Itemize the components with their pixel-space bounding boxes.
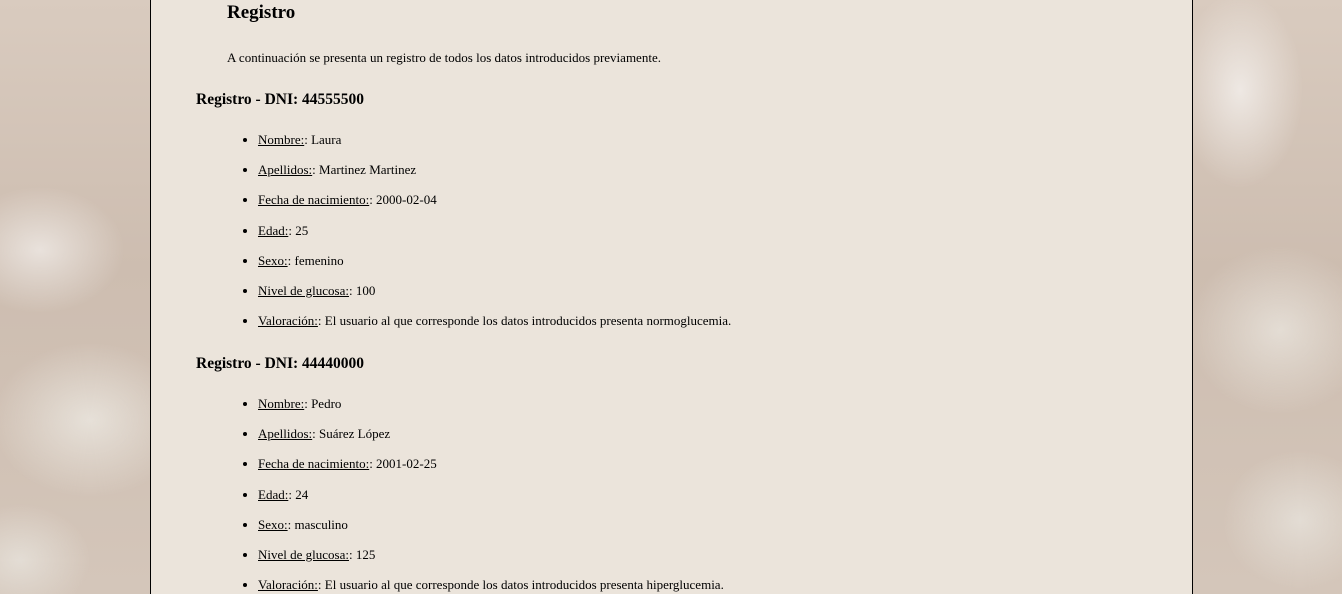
- field-label: Apellidos:: [258, 426, 313, 442]
- field-apellidos: Apellidos:: Suárez López: [258, 426, 724, 456]
- field-value: : Laura: [304, 132, 342, 147]
- field-label: Sexo:: [258, 516, 288, 532]
- record-title: Registro - DNI: 44555500: [196, 91, 365, 108]
- field-label: Nivel de glucosa:: [258, 546, 349, 562]
- field-label: Edad:: [258, 222, 289, 238]
- field-edad: Edad:: 24: [258, 487, 724, 517]
- field-value: : Suárez López: [312, 426, 391, 442]
- field-label: Fecha de nacimiento:: [258, 456, 370, 472]
- field-nombre: Nombre:: Pedro: [258, 396, 724, 426]
- field-value: : Martinez Martinez: [312, 162, 417, 178]
- record-field-list: Nombre:: Laura Apellidos:: Martinez Mart…: [258, 132, 731, 343]
- field-label: Valoración:: [258, 577, 318, 593]
- field-label: Valoración:: [258, 313, 318, 329]
- field-nivel-glucosa: Nivel de glucosa:: 100: [258, 283, 731, 313]
- field-value: : El usuario al que corresponde los dato…: [317, 577, 724, 593]
- field-value: : 125: [348, 546, 376, 562]
- field-label: Nombre:: [258, 132, 305, 147]
- field-value: : El usuario al que corresponde los dato…: [317, 313, 732, 329]
- field-value: : femenino: [287, 252, 344, 268]
- field-apellidos: Apellidos:: Martinez Martinez: [258, 162, 731, 192]
- record-title: Registro - DNI: 44440000: [196, 355, 365, 372]
- field-value: : 24: [288, 486, 309, 502]
- field-value: : 2000-02-04: [369, 192, 437, 208]
- field-label: Sexo:: [258, 252, 288, 268]
- field-nombre: Nombre:: Laura: [258, 132, 731, 162]
- field-label: Edad:: [258, 486, 289, 502]
- field-edad: Edad:: 25: [258, 223, 731, 253]
- field-value: : masculino: [287, 516, 348, 532]
- field-fecha-nacimiento: Fecha de nacimiento:: 2000-02-04: [258, 192, 731, 222]
- field-value: : 100: [348, 282, 376, 298]
- field-label: Nombre:: [258, 396, 305, 411]
- field-sexo: Sexo:: femenino: [258, 253, 731, 283]
- record-field-list: Nombre:: Pedro Apellidos:: Suárez López …: [258, 396, 724, 594]
- field-value: : Pedro: [304, 396, 342, 411]
- field-sexo: Sexo:: masculino: [258, 517, 724, 547]
- field-valoracion: Valoración:: El usuario al que correspon…: [258, 313, 731, 343]
- field-fecha-nacimiento: Fecha de nacimiento:: 2001-02-25: [258, 456, 724, 486]
- field-label: Apellidos:: [258, 162, 313, 178]
- record-section: Registro - DNI: 44440000 Nombre:: Pedro …: [196, 354, 1096, 592]
- record-section: Registro - DNI: 44555500 Nombre:: Laura …: [196, 90, 1096, 328]
- field-label: Fecha de nacimiento:: [258, 192, 370, 208]
- field-label: Nivel de glucosa:: [258, 282, 349, 298]
- field-value: : 25: [288, 222, 309, 238]
- field-value: : 2001-02-25: [369, 456, 437, 472]
- page-title: Registro: [227, 2, 296, 23]
- intro-text: A continuación se presenta un registro d…: [227, 50, 661, 65]
- field-nivel-glucosa: Nivel de glucosa:: 125: [258, 547, 724, 577]
- field-valoracion: Valoración:: El usuario al que correspon…: [258, 577, 724, 594]
- content-panel: Registro A continuación se presenta un r…: [150, 0, 1193, 594]
